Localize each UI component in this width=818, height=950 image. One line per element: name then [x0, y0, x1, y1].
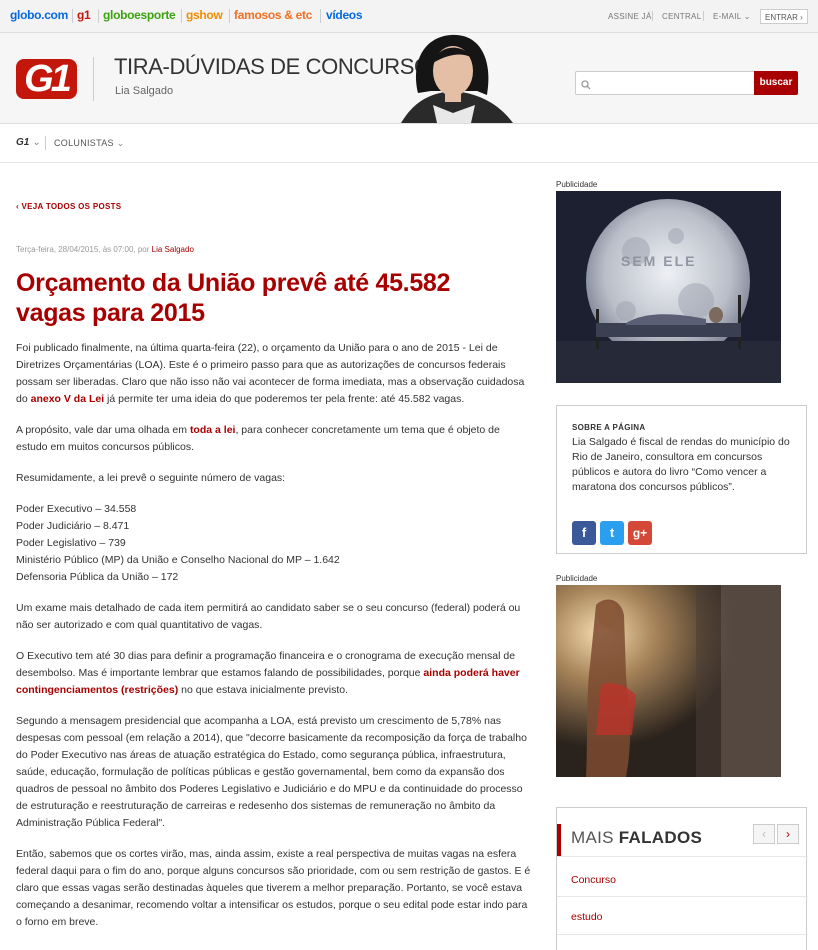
- post-date: Terça-feira, 28/04/2015, às 07:00, por: [16, 245, 152, 254]
- list-item: Ministério Público (MP) da União e Conse…: [16, 554, 340, 566]
- twitter-icon[interactable]: t: [600, 521, 624, 545]
- mais-falados-item[interactable]: estudo: [571, 911, 603, 923]
- email-label: E-MAIL: [713, 12, 742, 21]
- search-icon: [581, 77, 591, 95]
- ad-photo-image: [556, 585, 781, 777]
- list-item: Poder Judiciário – 8.471: [16, 520, 130, 532]
- search-field[interactable]: [575, 71, 755, 95]
- text: A propósito, vale dar uma olhada em: [16, 424, 190, 436]
- email-link[interactable]: E-MAIL ⌄: [713, 12, 751, 21]
- brand-globoesporte-link[interactable]: globoesporte: [103, 8, 176, 22]
- list-item: Defensoria Pública da União – 172: [16, 571, 179, 583]
- post-meta: Terça-feira, 28/04/2015, às 07:00, por L…: [16, 245, 194, 254]
- brand-g1-link[interactable]: g1: [77, 8, 91, 22]
- ad-moon-image: [556, 191, 781, 383]
- nav-g1-label: G1: [16, 137, 30, 148]
- ad-banner[interactable]: SEM ELE: [556, 191, 781, 383]
- divider: [229, 9, 230, 23]
- divider: [557, 856, 808, 857]
- prev-arrow-icon[interactable]: ‹: [753, 824, 775, 844]
- mais-falados-box: MAIS FALADOS ‹ › Concurso estudo: [556, 807, 808, 950]
- author-portrait: [401, 34, 513, 123]
- toda-a-lei-link[interactable]: toda a lei: [190, 424, 236, 436]
- text: já permite ter uma ideia do que poderemo…: [104, 393, 465, 405]
- vacancy-list: Poder Executivo – 34.558 Poder Judiciári…: [16, 501, 532, 586]
- ad-text: SEM ELE: [621, 253, 697, 269]
- list-item: Poder Legislativo – 739: [16, 537, 126, 549]
- divider: [45, 136, 46, 150]
- chevron-right-icon: ›: [800, 13, 803, 22]
- blog-header: G1 TIRA-DÚVIDAS DE CONCURSOS Lia Salgado…: [0, 33, 818, 123]
- paragraph: Resumidamente, a lei prevê o seguinte nú…: [16, 472, 286, 484]
- chevron-down-icon: ⌄: [743, 12, 751, 21]
- nav-g1-menu[interactable]: G1 ⌄: [16, 137, 41, 148]
- brand-videos-link[interactable]: vídeos: [326, 8, 363, 22]
- list-item: Poder Executivo – 34.558: [16, 503, 137, 515]
- paragraph: Foi publicado finalmente, na última quar…: [16, 340, 532, 408]
- brand-gshow-link[interactable]: gshow: [186, 8, 223, 22]
- back-to-posts-link[interactable]: ‹ VEJA TODOS OS POSTS: [16, 202, 121, 211]
- paragraph: Segundo a mensagem presidencial que acom…: [16, 715, 527, 829]
- divider: [93, 57, 94, 101]
- divider: [557, 896, 808, 897]
- title-light: MAIS: [571, 828, 619, 847]
- mais-falados-item[interactable]: Concurso: [571, 874, 616, 886]
- nav-colunistas-menu[interactable]: COLUNISTAS ⌄: [54, 138, 125, 149]
- divider: [320, 9, 321, 23]
- divider: [557, 934, 808, 935]
- article-body: Foi publicado finalmente, na última quar…: [16, 340, 532, 945]
- article-headline: Orçamento da União prevê até 45.582 vaga…: [16, 269, 451, 327]
- about-box: SOBRE A PÁGINA Lia Salgado é fiscal de r…: [556, 405, 807, 554]
- publicidade-label: Publicidade: [556, 574, 598, 583]
- accent-bar: [557, 824, 561, 856]
- title-bold: FALADOS: [618, 828, 703, 847]
- entrar-button[interactable]: ENTRAR ›: [760, 9, 808, 24]
- nav-bar: G1 ⌄ COLUNISTAS ⌄: [0, 123, 818, 163]
- about-text: Lia Salgado é fiscal de rendas do municí…: [572, 436, 790, 493]
- text: no que estava inicialmente previsto.: [178, 684, 349, 696]
- googleplus-icon[interactable]: g+: [628, 521, 652, 545]
- paragraph: A propósito, vale dar uma olhada em toda…: [16, 422, 532, 456]
- mais-falados-title: MAIS FALADOS: [571, 828, 702, 848]
- paragraph: Então, sabemos que os cortes virão, mas,…: [16, 848, 531, 928]
- divider: [72, 9, 73, 23]
- anexo-v-link[interactable]: anexo V da Lei: [31, 393, 105, 405]
- chevron-down-icon: ⌄: [32, 137, 41, 148]
- divider: [181, 9, 182, 23]
- brand-famosos-link[interactable]: famosos & etc: [234, 8, 312, 22]
- divider: [703, 11, 704, 21]
- blog-author: Lia Salgado: [115, 85, 174, 97]
- divider: [98, 9, 99, 23]
- chevron-down-icon: ⌄: [116, 138, 125, 148]
- paragraph: Um exame mais detalhado de cada item per…: [16, 602, 521, 631]
- facebook-icon[interactable]: f: [572, 521, 596, 545]
- brand-globocom-link[interactable]: globo.com: [10, 8, 68, 22]
- nav-colunistas-label: COLUNISTAS: [54, 138, 114, 148]
- paragraph: O Executivo tem até 30 dias para definir…: [16, 648, 532, 699]
- globo-topbar: globo.com g1 globoesporte gshow famosos …: [0, 0, 818, 33]
- assine-ja-link[interactable]: ASSINE JÁ: [608, 12, 652, 21]
- next-arrow-icon[interactable]: ›: [777, 824, 799, 844]
- g1-logo[interactable]: G1: [16, 59, 77, 99]
- central-link[interactable]: CENTRAL: [662, 12, 701, 21]
- about-heading: SOBRE A PÁGINA: [572, 423, 646, 432]
- ad-banner[interactable]: [556, 585, 781, 777]
- divider: [652, 11, 653, 21]
- post-author-link[interactable]: Lia Salgado: [152, 245, 194, 254]
- publicidade-label: Publicidade: [556, 180, 598, 189]
- entrar-label: ENTRAR: [765, 13, 798, 22]
- search-button[interactable]: buscar: [754, 71, 798, 95]
- back-label: VEJA TODOS OS POSTS: [21, 202, 122, 211]
